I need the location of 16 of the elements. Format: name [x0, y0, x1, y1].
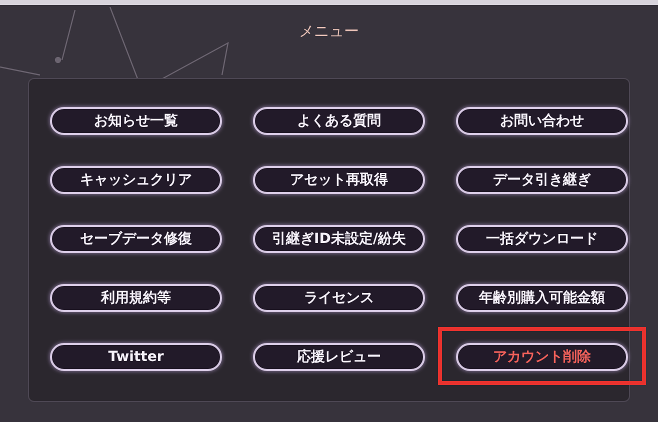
menu-button[interactable]: セーブデータ修復 — [50, 225, 222, 253]
menu-button[interactable]: アカウント削除 — [456, 343, 628, 371]
menu-button[interactable]: お知らせ一覧 — [50, 107, 222, 135]
menu-button[interactable]: お問い合わせ — [456, 107, 628, 135]
menu-button[interactable]: 一括ダウンロード — [456, 225, 628, 253]
menu-button[interactable]: アセット再取得 — [253, 166, 425, 194]
menu-button[interactable]: 利用規約等 — [50, 284, 222, 312]
menu-button[interactable]: 引継ぎID未設定/紛失 — [253, 225, 425, 253]
menu-button[interactable]: ライセンス — [253, 284, 425, 312]
menu-button[interactable]: 応援レビュー — [253, 343, 425, 371]
menu-button[interactable]: 年齢別購入可能金額 — [456, 284, 628, 312]
menu-button[interactable]: データ引き継ぎ — [456, 166, 628, 194]
menu-button[interactable]: キャッシュクリア — [50, 166, 222, 194]
menu-title: メニュー — [299, 21, 359, 42]
menu-button[interactable]: Twitter — [50, 343, 222, 371]
menu-button[interactable]: よくある質問 — [253, 107, 425, 135]
